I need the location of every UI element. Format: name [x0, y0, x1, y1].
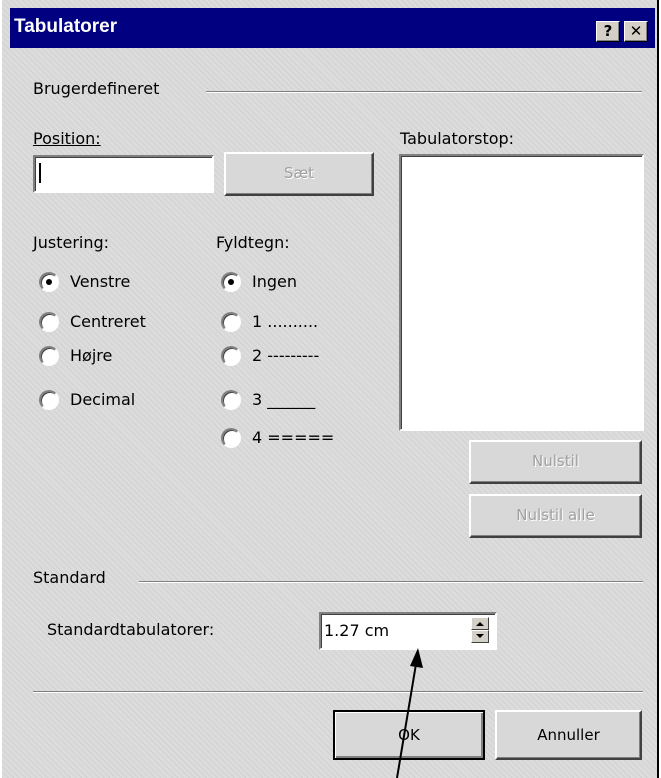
annotation-arrow [396, 648, 423, 778]
